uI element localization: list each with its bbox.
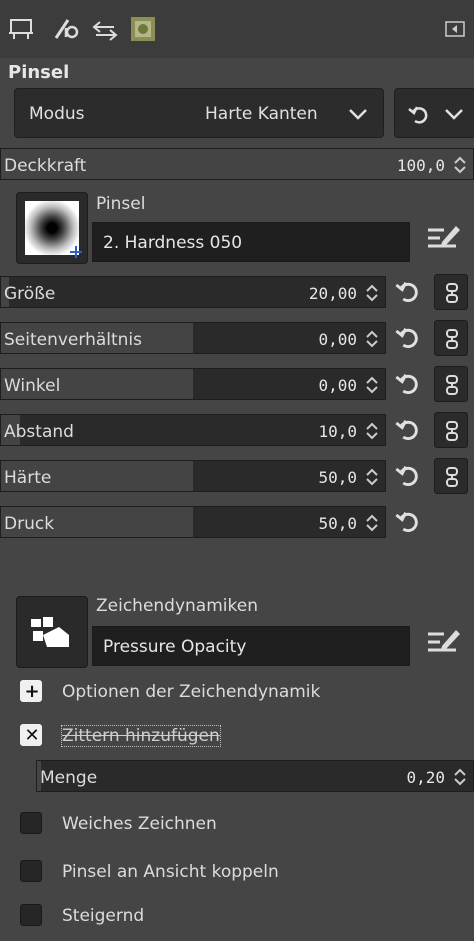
edit-dynamics-button[interactable] [424,622,464,662]
dock-tab-bar [0,0,474,58]
chevron-down-icon [349,109,367,120]
link-to-dynamics-button[interactable] [434,366,468,402]
lock-brush-to-view-label: Pinsel an Ansicht koppeln [62,862,279,882]
chain-link-icon [446,283,458,303]
spin-arrows-icon[interactable] [363,282,381,304]
unchecked-box-icon [20,860,42,882]
tab-menu-icon [445,21,465,37]
plus-icon [70,246,82,258]
param-label: Seitenverhältnis [4,330,143,350]
dynamics-section-label: Zeichendynamiken [96,596,258,616]
image-thumbnail-icon [131,17,155,41]
reset-icon [395,466,418,487]
chain-link-icon [446,421,458,441]
param-scale-5[interactable]: Druck 50,0 [0,506,386,538]
jitter-amount-value: 0,20 [406,768,445,787]
link-to-dynamics-button[interactable] [434,458,468,494]
opacity-value: 100,0 [396,156,445,175]
jitter-amount-label: Menge [40,768,98,788]
spin-arrows-icon[interactable] [363,374,381,396]
link-to-dynamics-button[interactable] [434,320,468,356]
dynamics-preview[interactable] [16,596,88,668]
reset-icon [395,512,418,533]
param-value: 50,0 [318,514,357,533]
param-label: Härte [4,468,52,488]
mode-reset-combo[interactable] [394,88,474,138]
tool-title: Pinsel [8,62,70,83]
reset-param-button[interactable] [394,370,422,398]
spin-arrows-icon[interactable] [363,420,381,442]
unchecked-box-icon [20,812,42,834]
param-scale-2[interactable]: Winkel 0,00 [0,368,386,400]
reset-param-button[interactable] [394,324,422,352]
edit-brush-button[interactable] [424,218,464,258]
param-value: 50,0 [318,468,357,487]
brush-preview[interactable] [16,192,88,264]
link-to-dynamics-button[interactable] [434,274,468,310]
param-label: Abstand [4,422,74,442]
param-scale-1[interactable]: Seitenverhältnis 0,00 [0,322,386,354]
opacity-scale[interactable]: Deckkraft 100,0 [0,148,474,180]
edit-icon [428,226,460,248]
brush-section-label: Pinsel [96,194,146,214]
mode-value: Harte Kanten [205,104,318,124]
reset-param-button[interactable] [394,416,422,444]
unchecked-box-icon [20,904,42,926]
dynamics-icon [31,617,69,647]
param-value: 0,00 [318,330,357,349]
param-value: 20,00 [308,284,357,303]
param-label: Größe [4,284,56,304]
mode-label: Modus [29,104,85,124]
tab-menu-button[interactable] [444,18,466,40]
reset-icon [395,420,418,441]
link-to-dynamics-button[interactable] [434,412,468,448]
dynamics-name-field[interactable]: Pressure Opacity [92,626,410,666]
chain-link-icon [446,329,458,349]
checked-x-icon: ✕ [20,724,42,746]
jitter-amount-scale[interactable]: Menge 0,20 [36,760,474,792]
edit-icon [428,630,460,652]
spin-arrows-icon[interactable] [363,512,381,534]
chain-link-icon [446,375,458,395]
device-status-tab[interactable] [52,14,82,44]
reset-icon [395,328,418,349]
spin-arrows-icon[interactable] [451,154,469,176]
chain-link-icon [446,467,458,487]
param-label: Druck [4,514,55,534]
spin-arrows-icon[interactable] [451,766,469,788]
tool-options-tab[interactable] [6,14,36,44]
param-scale-3[interactable]: Abstand 10,0 [0,414,386,446]
spin-arrows-icon[interactable] [363,328,381,350]
dynamics-options-label: Optionen der Zeichendynamik [62,682,321,702]
jitter-label: Zittern hinzufügen [61,725,221,747]
undo-history-icon [92,21,118,41]
reset-icon [395,374,418,395]
param-scale-4[interactable]: Härte 50,0 [0,460,386,492]
brush-name-field[interactable]: 2. Hardness 050 [92,222,410,262]
incremental-label: Steigernd [62,906,145,926]
reset-param-button[interactable] [394,462,422,490]
smooth-stroke-label: Weiches Zeichnen [62,814,217,834]
chevron-down-icon [445,109,463,120]
reset-param-button[interactable] [394,508,422,536]
reset-param-button[interactable] [394,278,422,306]
reset-icon [395,282,418,303]
spin-arrows-icon[interactable] [363,466,381,488]
param-value: 0,00 [318,376,357,395]
expand-plus-icon: + [20,680,42,702]
device-status-icon [54,19,79,39]
tool-options-icon [9,19,33,39]
opacity-label: Deckkraft [4,156,87,176]
param-value: 10,0 [318,422,357,441]
param-scale-0[interactable]: Größe 20,00 [0,276,386,308]
images-tab[interactable] [128,14,158,44]
param-label: Winkel [4,376,61,396]
undo-history-tab[interactable] [90,14,120,44]
mode-combo[interactable]: Modus Harte Kanten [14,88,384,138]
reset-icon [408,106,428,124]
